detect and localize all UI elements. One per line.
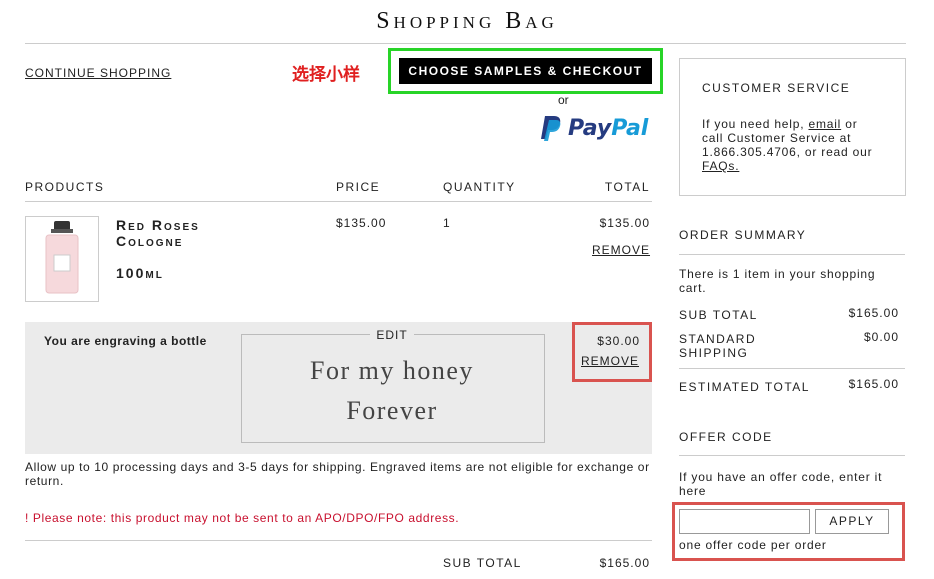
offer-code-note: one offer code per order xyxy=(679,538,827,552)
subtotal-divider xyxy=(25,540,652,541)
product-total: $135.00 xyxy=(599,216,650,230)
paypal-logo-icon xyxy=(541,116,561,141)
offer-code-input[interactable] xyxy=(679,509,810,534)
header-products: PRODUCTS xyxy=(25,180,105,194)
product-price: $135.00 xyxy=(336,216,387,230)
header-divider xyxy=(25,201,652,202)
continue-shopping-link[interactable]: CONTINUE SHOPPING xyxy=(25,66,171,80)
product-name-line2[interactable]: Cologne xyxy=(116,233,183,249)
bottom-subtotal-value: $165.00 xyxy=(599,556,650,570)
header-quantity: QUANTITY xyxy=(443,180,516,194)
product-name-line1[interactable]: Red Roses xyxy=(116,217,200,233)
highlight-checkout: CHOOSE SAMPLES & CHECKOUT xyxy=(388,48,663,94)
title-divider xyxy=(25,43,906,44)
or-label: or xyxy=(558,93,569,107)
product-remove-link[interactable]: REMOVE xyxy=(592,243,650,257)
choose-samples-checkout-button[interactable]: CHOOSE SAMPLES & CHECKOUT xyxy=(399,58,652,84)
offer-code-divider xyxy=(679,455,905,456)
engraving-price: $30.00 xyxy=(597,334,640,348)
summary-shipping-value: $0.00 xyxy=(863,330,899,344)
customer-service-title: CUSTOMER SERVICE xyxy=(702,81,851,95)
header-total: TOTAL xyxy=(604,180,650,194)
engraving-remove-link[interactable]: REMOVE xyxy=(581,354,639,368)
order-items-text: There is 1 item in your shopping cart. xyxy=(679,267,876,295)
cologne-bottle-icon xyxy=(45,221,79,294)
product-image[interactable] xyxy=(25,216,99,302)
summary-shipping-label-2: SHIPPING xyxy=(679,346,749,360)
engraving-text-line2: Forever xyxy=(346,396,438,425)
page-title: Shopping Bag xyxy=(376,8,558,34)
engraving-text-line1: For my honey xyxy=(310,356,474,385)
paypal-pay-text: Pay xyxy=(568,116,612,141)
shipping-note: Allow up to 10 processing days and 3-5 d… xyxy=(25,460,650,488)
customer-service-text: If you need help, email or call Customer… xyxy=(702,117,882,173)
highlight-engraving-price xyxy=(572,322,652,382)
paypal-pal-text: Pal xyxy=(611,116,649,141)
order-summary-title: ORDER SUMMARY xyxy=(679,228,807,242)
apply-button[interactable]: APPLY xyxy=(815,509,889,534)
order-summary-divider xyxy=(679,254,905,255)
estimated-total-label: ESTIMATED TOTAL xyxy=(679,380,810,394)
summary-subtotal-label: SUB TOTAL xyxy=(679,308,758,322)
cs-text-before: If you need help, xyxy=(702,117,809,131)
product-quantity: 1 xyxy=(443,216,451,230)
faqs-link[interactable]: FAQs. xyxy=(702,159,739,173)
email-link[interactable]: email xyxy=(808,117,841,131)
paypal-button[interactable]: PayPal xyxy=(540,113,655,145)
offer-code-title: OFFER CODE xyxy=(679,430,773,444)
annotation-choose-samples: 选择小样 xyxy=(292,65,360,84)
bottom-subtotal-label: SUB TOTAL xyxy=(443,556,522,570)
estimated-divider xyxy=(679,368,905,369)
summary-shipping-label-1: STANDARD xyxy=(679,332,757,346)
header-price: PRICE xyxy=(336,180,381,194)
engraving-preview xyxy=(241,334,545,443)
product-size: 100ml xyxy=(116,265,164,281)
engraving-label: You are engraving a bottle xyxy=(44,334,207,348)
apo-warning: ! Please note: this product may not be s… xyxy=(25,511,460,525)
summary-subtotal-value: $165.00 xyxy=(848,306,899,320)
estimated-total-value: $165.00 xyxy=(848,377,899,391)
offer-code-hint: If you have an offer code, enter it here xyxy=(679,470,883,498)
engraving-edit-link[interactable]: EDIT xyxy=(370,328,414,342)
